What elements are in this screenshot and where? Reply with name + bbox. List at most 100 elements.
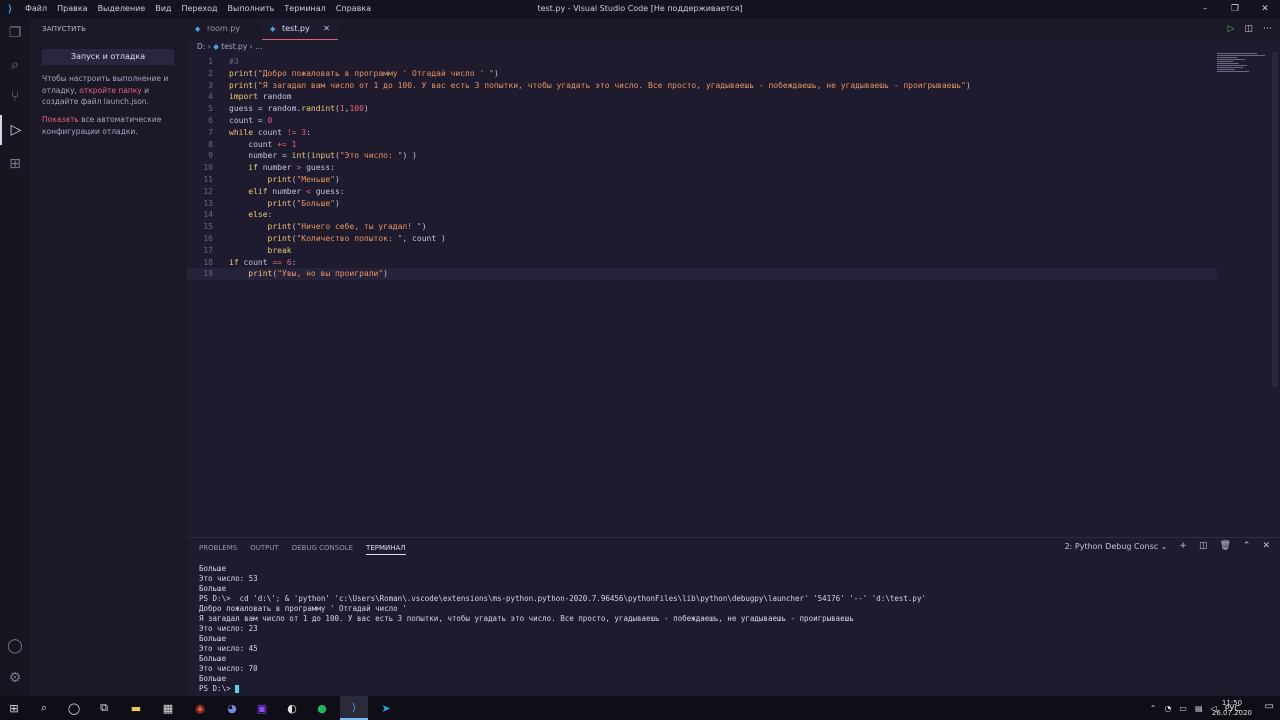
breadcrumb-drive[interactable]: D: xyxy=(197,42,205,51)
minimize-icon[interactable]: – xyxy=(1190,0,1220,18)
cortana-icon[interactable]: ◯ xyxy=(60,696,88,720)
code-line[interactable]: 19 print("Увы, но вы проиграли") xyxy=(187,268,1217,281)
terminal-select[interactable]: 2: Python Debug Consc ⌄ xyxy=(1065,542,1168,551)
task-view-icon[interactable]: ⧉ xyxy=(90,696,118,720)
code-line[interactable]: 6 count = 0 xyxy=(187,115,1217,127)
close-icon[interactable]: ✕ xyxy=(1250,0,1280,18)
menu-go[interactable]: Переход xyxy=(176,0,222,18)
menu-terminal[interactable]: Терминал xyxy=(279,0,330,18)
code-line[interactable]: 12 elif number < guess: xyxy=(187,186,1217,198)
show-configs-link[interactable]: Показать xyxy=(42,115,79,124)
maximize-panel-icon[interactable]: ⌃ xyxy=(1243,541,1251,551)
search-icon[interactable]: ⌕ xyxy=(0,50,30,80)
open-folder-link[interactable]: откройте папку xyxy=(79,86,141,95)
discord-icon[interactable]: ◕ xyxy=(218,696,246,720)
code-line[interactable]: 7 while count != 3: xyxy=(187,127,1217,139)
chrome-icon[interactable]: ◉ xyxy=(186,696,214,720)
code-token: print xyxy=(248,269,273,279)
run-debug-icon[interactable]: ▷ xyxy=(0,115,30,145)
editor-scrollbar[interactable] xyxy=(1272,52,1278,387)
spotify-icon[interactable]: ● xyxy=(308,696,336,720)
restore-icon[interactable]: ❐ xyxy=(1220,0,1250,18)
code-line[interactable]: 5 guess = random.randint(1,100) xyxy=(187,103,1217,115)
menu-edit[interactable]: Правка xyxy=(52,0,92,18)
tab-output[interactable]: OUTPUT xyxy=(250,544,279,555)
tab-terminal[interactable]: ТЕРМИНАЛ xyxy=(366,544,406,555)
panel-controls: 2: Python Debug Consc ⌄ + ◫ 🗑 ⌃ ✕ xyxy=(1065,541,1270,551)
code-text: if count == 6: xyxy=(229,257,296,269)
vscode-logo-icon: ⟩ xyxy=(7,3,13,15)
more-actions-icon[interactable]: ⋯ xyxy=(1263,24,1272,34)
new-terminal-icon[interactable]: + xyxy=(1179,541,1187,551)
split-editor-icon[interactable]: ◫ xyxy=(1244,24,1253,34)
minimap[interactable] xyxy=(1217,52,1267,76)
menu-file[interactable]: Файл xyxy=(20,0,52,18)
menu-view[interactable]: Вид xyxy=(150,0,176,18)
notifications-icon[interactable]: ▭ xyxy=(1265,701,1274,712)
code-line[interactable]: 13 print("Больше") xyxy=(187,198,1217,210)
code-line[interactable]: 8 count += 1 xyxy=(187,139,1217,151)
network-icon[interactable]: ▤ xyxy=(1195,704,1203,713)
explorer-icon[interactable]: ❐ xyxy=(0,18,30,48)
terminal-line: Больше xyxy=(199,634,227,643)
code-line[interactable]: 2 print("Добро пожаловать в программу ' О… xyxy=(187,68,1217,80)
code-token: guess: xyxy=(310,186,345,196)
app-icon[interactable]: ▦ xyxy=(154,696,182,720)
code-editor[interactable]: 1 #3 2 print("Добро пожаловать в программу … xyxy=(187,52,1217,537)
run-and-debug-button[interactable]: Запуск и отладка xyxy=(42,49,174,65)
account-icon[interactable]: ◯ xyxy=(0,631,30,661)
extensions-icon[interactable]: ⊞ xyxy=(0,149,30,179)
search-icon[interactable]: ⌕ xyxy=(30,696,58,720)
settings-gear-icon[interactable]: ⚙ xyxy=(0,663,30,693)
code-line[interactable]: 16 print("Количество попыток: ", count ) xyxy=(187,233,1217,245)
breadcrumb-tail[interactable]: … xyxy=(255,42,263,51)
split-terminal-icon[interactable]: ◫ xyxy=(1199,541,1208,551)
code-line[interactable]: 4 import random xyxy=(187,91,1217,103)
menu-run[interactable]: Выполнить xyxy=(223,0,280,18)
sidebar-hint-configs: Показать все автоматические конфигурации… xyxy=(42,114,182,137)
tab-debug-console[interactable]: DEBUG CONSOLE xyxy=(292,544,353,555)
vscode-icon[interactable]: ⟩ xyxy=(340,696,368,720)
breadcrumb-file[interactable]: test.py xyxy=(221,42,247,51)
close-tab-icon[interactable]: ✕ xyxy=(323,18,330,40)
menu-selection[interactable]: Выделение xyxy=(93,0,151,18)
close-panel-icon[interactable]: ✕ xyxy=(1262,541,1270,551)
tab-room-py[interactable]: ◆ room.py xyxy=(187,18,262,40)
code-line[interactable]: 14 else: xyxy=(187,209,1217,221)
tab-problems[interactable]: PROBLEMS xyxy=(199,544,237,555)
code-line[interactable]: 9 number = int(input("Это число: ") ) xyxy=(187,150,1217,162)
code-token: elif xyxy=(248,186,268,196)
code-text: print("Увы, но вы проиграли") xyxy=(229,268,388,280)
terminal-output[interactable]: Больше Это число: 53 Больше PS D:\> cd 'd:\… xyxy=(199,564,1269,694)
code-line[interactable]: 18 if count == 6: xyxy=(187,257,1217,269)
code-token: input xyxy=(310,151,335,161)
source-control-icon[interactable]: ⑂ xyxy=(0,82,30,112)
terminal-line: Добро пожаловать в программу ' Отгадай ч… xyxy=(199,604,407,613)
code-line[interactable]: 17 break xyxy=(187,245,1217,257)
line-number: 17 xyxy=(203,245,213,255)
run-file-icon[interactable]: ▷ xyxy=(1228,24,1235,34)
clock-date: 26.07.2020 xyxy=(1211,709,1252,717)
menu-help[interactable]: Справка xyxy=(331,0,376,18)
windows-start-icon[interactable]: ⊞ xyxy=(0,696,28,720)
battery-icon[interactable]: ▭ xyxy=(1179,704,1187,713)
clock[interactable]: 11:50 26.07.2020 xyxy=(1212,698,1252,718)
twitch-icon[interactable]: ▣ xyxy=(248,696,276,720)
terminal-prompt[interactable]: PS D:\> xyxy=(199,684,1269,694)
code-line[interactable]: 15 print("Ничего себе, ты угадал! ") xyxy=(187,221,1217,233)
telegram-icon[interactable]: ➤ xyxy=(372,696,400,720)
tray-app-icon[interactable]: ◔ xyxy=(1164,704,1171,713)
code-line[interactable]: 11 print("Меньше") xyxy=(187,174,1217,186)
code-line[interactable]: 1 #3 xyxy=(187,56,1217,68)
python-file-icon: ◆ xyxy=(270,25,276,33)
code-token: import xyxy=(229,92,258,102)
line-number: 2 xyxy=(208,68,213,78)
tray-chevron-up-icon[interactable]: ⌃ xyxy=(1150,704,1157,713)
code-line[interactable]: 10 if number > guess: xyxy=(187,162,1217,174)
tab-test-py[interactable]: ◆ test.py ✕ xyxy=(262,18,338,40)
code-line[interactable]: 3 print("Я загадал вам число от 1 до 100.… xyxy=(187,80,1217,92)
code-token: == xyxy=(272,257,282,267)
trash-icon[interactable]: 🗑 xyxy=(1219,541,1230,551)
steam-icon[interactable]: ◐ xyxy=(278,696,306,720)
file-explorer-icon[interactable]: ▬ xyxy=(122,696,150,720)
